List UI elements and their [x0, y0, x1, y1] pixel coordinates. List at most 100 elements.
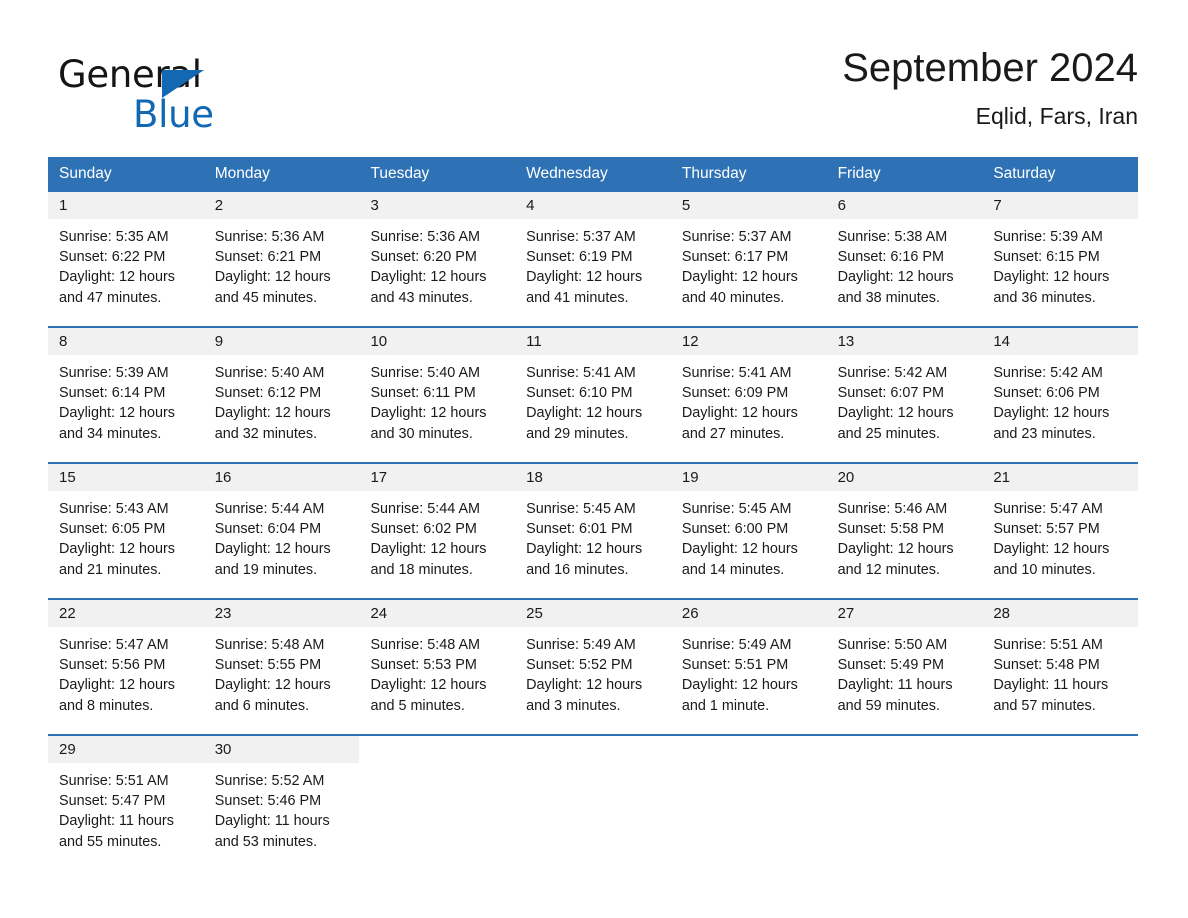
- day-cell[interactable]: Sunrise: 5:38 AM Sunset: 6:16 PM Dayligh…: [827, 219, 983, 326]
- daylight-text-cont: and 55 minutes.: [59, 833, 162, 850]
- daylight-text-cont: and 32 minutes.: [214, 425, 318, 442]
- day-number[interactable]: 16: [204, 464, 360, 491]
- day-cell[interactable]: Sunrise: 5:47 AM Sunset: 5:56 PM Dayligh…: [48, 627, 204, 734]
- sunrise-text: Sunrise: 5:42 AM: [993, 365, 1103, 381]
- sunset-text: Sunset: 6:16 PM: [837, 249, 944, 266]
- sunset-text: Sunset: 6:09 PM: [681, 385, 789, 402]
- day-number[interactable]: 23: [204, 600, 360, 627]
- weekday-header-row: Sunday Monday Tuesday Wednesday Thursday…: [48, 157, 1138, 192]
- day-number[interactable]: 30: [204, 736, 360, 763]
- sunrise-text: Sunrise: 5:38 AM: [837, 229, 948, 245]
- day-number[interactable]: 21: [982, 464, 1138, 491]
- day-number[interactable]: 25: [515, 600, 671, 627]
- day-number[interactable]: 11: [515, 328, 671, 355]
- day-cell[interactable]: Sunrise: 5:36 AM Sunset: 6:20 PM Dayligh…: [359, 219, 515, 326]
- day-cell[interactable]: Sunrise: 5:47 AM Sunset: 5:57 PM Dayligh…: [982, 491, 1138, 598]
- day-cell-empty: [515, 763, 671, 875]
- day-cell-empty: [671, 763, 827, 875]
- daylight-text-cont: and 40 minutes.: [681, 289, 785, 306]
- day-cell[interactable]: Sunrise: 5:44 AM Sunset: 6:02 PM Dayligh…: [359, 491, 515, 598]
- day-cell[interactable]: Sunrise: 5:41 AM Sunset: 6:10 PM Dayligh…: [515, 355, 671, 462]
- day-number[interactable]: 3: [359, 192, 515, 219]
- day-cell[interactable]: Sunrise: 5:42 AM Sunset: 6:07 PM Dayligh…: [827, 355, 983, 462]
- day-number[interactable]: 26: [671, 600, 827, 627]
- day-cell[interactable]: Sunrise: 5:40 AM Sunset: 6:12 PM Dayligh…: [204, 355, 360, 462]
- day-number[interactable]: 24: [359, 600, 515, 627]
- daylight-text: Daylight: 12 hours: [526, 269, 643, 286]
- daylight-text-cont: and 27 minutes.: [681, 425, 785, 442]
- daylight-text-cont: and 30 minutes.: [370, 425, 473, 442]
- day-cell[interactable]: Sunrise: 5:51 AM Sunset: 5:47 PM Dayligh…: [48, 763, 204, 875]
- day-number[interactable]: 12: [671, 328, 827, 355]
- sunrise-text: Sunrise: 5:37 AM: [681, 229, 792, 245]
- daylight-text: Daylight: 12 hours: [681, 541, 798, 558]
- week-row: 22 23 24 25 26 27 28 Sunrise: 5:47 AM Su…: [48, 598, 1138, 734]
- day-number[interactable]: 6: [827, 192, 983, 219]
- weekday-header-sunday: Sunday: [59, 165, 112, 182]
- daylight-text: Daylight: 12 hours: [526, 541, 643, 558]
- day-cell[interactable]: Sunrise: 5:37 AM Sunset: 6:19 PM Dayligh…: [515, 219, 671, 326]
- sunrise-text: Sunrise: 5:40 AM: [370, 365, 481, 381]
- day-cell[interactable]: Sunrise: 5:45 AM Sunset: 6:01 PM Dayligh…: [515, 491, 671, 598]
- day-cell[interactable]: Sunrise: 5:39 AM Sunset: 6:15 PM Dayligh…: [982, 219, 1138, 326]
- day-cell[interactable]: Sunrise: 5:48 AM Sunset: 5:53 PM Dayligh…: [359, 627, 515, 734]
- generalblue-logo: General Blue: [58, 54, 358, 136]
- daylight-text: Daylight: 12 hours: [993, 269, 1110, 286]
- sunrise-text: Sunrise: 5:43 AM: [59, 501, 169, 517]
- day-cell[interactable]: Sunrise: 5:44 AM Sunset: 6:04 PM Dayligh…: [204, 491, 360, 598]
- day-cell[interactable]: Sunrise: 5:36 AM Sunset: 6:21 PM Dayligh…: [204, 219, 360, 326]
- daylight-text-cont: and 12 minutes.: [837, 561, 940, 578]
- day-number[interactable]: 22: [48, 600, 204, 627]
- day-number[interactable]: 8: [48, 328, 204, 355]
- daylight-text-cont: and 36 minutes.: [993, 289, 1096, 306]
- day-cell[interactable]: Sunrise: 5:40 AM Sunset: 6:11 PM Dayligh…: [359, 355, 515, 462]
- day-cell[interactable]: Sunrise: 5:43 AM Sunset: 6:05 PM Dayligh…: [48, 491, 204, 598]
- title-block: September 2024 Eqlid, Fars, Iran: [842, 42, 1138, 130]
- sunset-text: Sunset: 5:52 PM: [526, 657, 633, 674]
- day-cell[interactable]: Sunrise: 5:45 AM Sunset: 6:00 PM Dayligh…: [671, 491, 827, 598]
- day-number[interactable]: 13: [827, 328, 983, 355]
- day-number[interactable]: 4: [515, 192, 671, 219]
- day-number[interactable]: 20: [827, 464, 983, 491]
- day-number[interactable]: 5: [671, 192, 827, 219]
- day-number[interactable]: 7: [982, 192, 1138, 219]
- week-daynumber-strip: 22 23 24 25 26 27 28: [48, 600, 1138, 627]
- day-number[interactable]: 2: [204, 192, 360, 219]
- day-cell[interactable]: Sunrise: 5:48 AM Sunset: 5:55 PM Dayligh…: [204, 627, 360, 734]
- day-number[interactable]: 27: [827, 600, 983, 627]
- sunset-text: Sunset: 5:51 PM: [681, 657, 789, 674]
- daylight-text: Daylight: 12 hours: [526, 677, 643, 694]
- page-title: September 2024: [842, 46, 1138, 90]
- daylight-text: Daylight: 12 hours: [526, 405, 643, 422]
- day-cell-empty: [982, 763, 1138, 875]
- day-cell[interactable]: Sunrise: 5:49 AM Sunset: 5:52 PM Dayligh…: [515, 627, 671, 734]
- day-number[interactable]: 18: [515, 464, 671, 491]
- day-cell[interactable]: Sunrise: 5:35 AM Sunset: 6:22 PM Dayligh…: [48, 219, 204, 326]
- day-cell[interactable]: Sunrise: 5:52 AM Sunset: 5:46 PM Dayligh…: [204, 763, 360, 875]
- day-number[interactable]: 17: [359, 464, 515, 491]
- daylight-text-cont: and 18 minutes.: [370, 561, 473, 578]
- day-number[interactable]: 28: [982, 600, 1138, 627]
- day-cell[interactable]: Sunrise: 5:41 AM Sunset: 6:09 PM Dayligh…: [671, 355, 827, 462]
- day-cell[interactable]: Sunrise: 5:46 AM Sunset: 5:58 PM Dayligh…: [827, 491, 983, 598]
- day-cell[interactable]: Sunrise: 5:49 AM Sunset: 5:51 PM Dayligh…: [671, 627, 827, 734]
- day-number[interactable]: 14: [982, 328, 1138, 355]
- day-number[interactable]: 1: [48, 192, 204, 219]
- day-number[interactable]: 9: [204, 328, 360, 355]
- daylight-text-cont: and 23 minutes.: [993, 425, 1096, 442]
- day-cell[interactable]: Sunrise: 5:51 AM Sunset: 5:48 PM Dayligh…: [982, 627, 1138, 734]
- week-detail-strip: Sunrise: 5:43 AM Sunset: 6:05 PM Dayligh…: [48, 491, 1138, 598]
- sunset-text: Sunset: 5:53 PM: [370, 657, 477, 674]
- daylight-text: Daylight: 12 hours: [214, 269, 331, 286]
- day-number[interactable]: 15: [48, 464, 204, 491]
- day-cell[interactable]: Sunrise: 5:50 AM Sunset: 5:49 PM Dayligh…: [827, 627, 983, 734]
- day-number[interactable]: 19: [671, 464, 827, 491]
- day-number[interactable]: 29: [48, 736, 204, 763]
- day-cell[interactable]: Sunrise: 5:42 AM Sunset: 6:06 PM Dayligh…: [982, 355, 1138, 462]
- daylight-text-cont: and 45 minutes.: [214, 289, 318, 306]
- day-cell[interactable]: Sunrise: 5:39 AM Sunset: 6:14 PM Dayligh…: [48, 355, 204, 462]
- daylight-text-cont: and 41 minutes.: [526, 289, 629, 306]
- sunrise-text: Sunrise: 5:48 AM: [370, 637, 481, 653]
- day-cell[interactable]: Sunrise: 5:37 AM Sunset: 6:17 PM Dayligh…: [671, 219, 827, 326]
- day-number[interactable]: 10: [359, 328, 515, 355]
